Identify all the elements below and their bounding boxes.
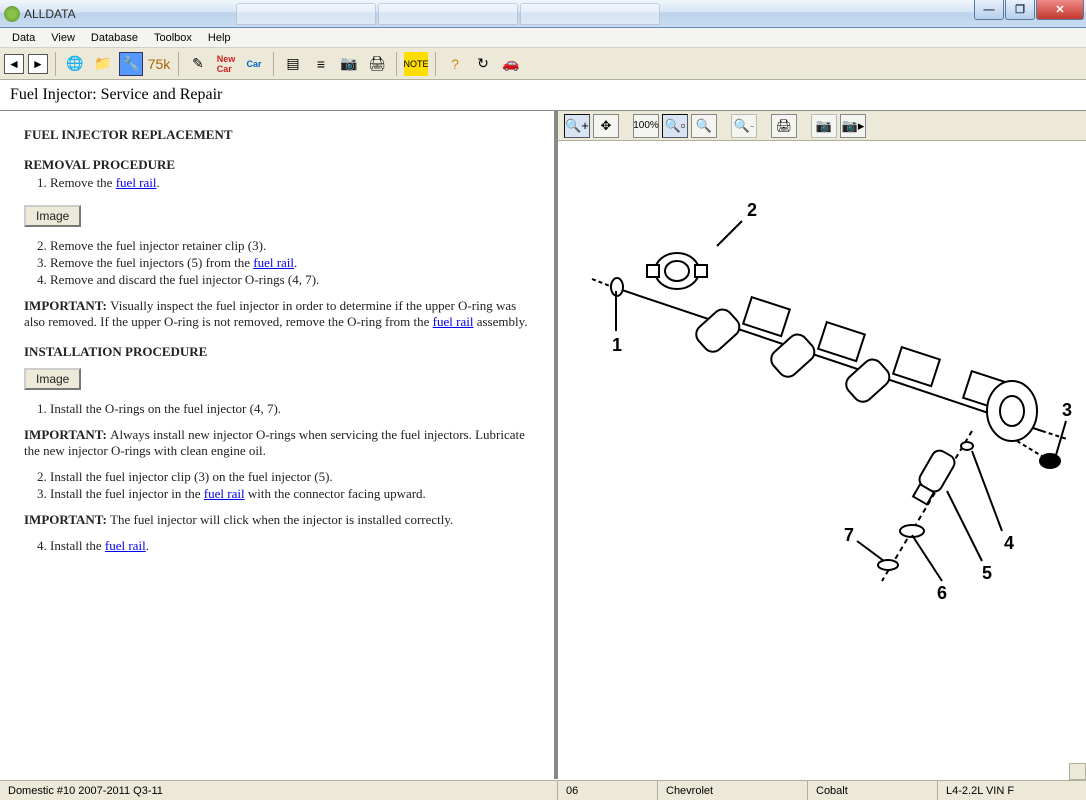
vehicle-info-icon[interactable]: 🚗 — [499, 52, 523, 76]
image-button[interactable]: Image — [24, 368, 81, 390]
list-item: Remove and discard the fuel injector O-r… — [50, 272, 530, 288]
camera-next-icon[interactable]: 📷▸ — [840, 114, 866, 138]
minimize-button[interactable]: — — [974, 0, 1004, 20]
list-item: Remove the fuel rail. — [50, 175, 530, 191]
taskbar-tab[interactable] — [520, 3, 660, 25]
image-button[interactable]: Image — [24, 205, 81, 227]
print-icon[interactable]: 🖨 — [365, 52, 389, 76]
install-heading: INSTALLATION PROCEDURE — [24, 344, 530, 360]
note-icon[interactable]: NOTE — [404, 52, 428, 76]
app-title: ALLDATA — [24, 7, 76, 21]
install-list-2: Install the fuel injector clip (3) on th… — [50, 469, 530, 502]
important-note: IMPORTANT: Visually inspect the fuel inj… — [24, 298, 530, 330]
taskbar-tabs — [236, 3, 660, 25]
menu-database[interactable]: Database — [83, 30, 146, 46]
titlebar: ALLDATA — ❐ ✕ — [0, 0, 1086, 28]
list-item: Remove the fuel injectors (5) from the f… — [50, 255, 530, 271]
fuel-rail-link[interactable]: fuel rail — [433, 314, 474, 329]
status-year: 06 — [558, 781, 658, 800]
fuel-rail-link[interactable]: fuel rail — [116, 175, 157, 190]
app-icon — [4, 6, 20, 22]
status-engine: L4-2.2L VIN F — [938, 781, 1086, 800]
list-item: Install the fuel rail. — [50, 538, 530, 554]
zoom-in-icon[interactable]: 🔍+ — [564, 114, 590, 138]
forward-button[interactable]: ► — [28, 54, 48, 74]
main-toolbar: ◄ ► 🌐 📁 🔧 75k ✎ NewCar Car ▤ ≡ 📷 🖨 NOTE … — [0, 48, 1086, 80]
page-title: Fuel Injector: Service and Repair — [0, 80, 1086, 111]
list-item: Remove the fuel injector retainer clip (… — [50, 238, 530, 254]
diagram-label-3: 3 — [1062, 400, 1072, 420]
print-image-icon[interactable]: 🖨 — [771, 114, 797, 138]
menu-toolbox[interactable]: Toolbox — [146, 30, 200, 46]
list-item: Install the fuel injector clip (3) on th… — [50, 469, 530, 485]
close-button[interactable]: ✕ — [1036, 0, 1084, 20]
status-model: Cobalt — [808, 781, 938, 800]
status-database: Domestic #10 2007-2011 Q3-11 — [0, 781, 558, 800]
statusbar: Domestic #10 2007-2011 Q3-11 06 Chevrole… — [0, 780, 1086, 800]
image-panel: 🔍+ ✥ 100% 🔍▫ 🔍 🔍- 🖨 📷 📷▸ — [558, 111, 1086, 779]
image-toolbar: 🔍+ ✥ 100% 🔍▫ 🔍 🔍- 🖨 📷 📷▸ — [558, 111, 1086, 141]
diagram-label-1: 1 — [612, 335, 622, 355]
zoom-100-icon[interactable]: 100% — [633, 114, 659, 138]
removal-list-1: Remove the fuel rail. — [50, 175, 530, 191]
diagram-label-4: 4 — [1004, 533, 1014, 553]
diagram-label-5: 5 — [982, 563, 992, 583]
zoom-out-icon: 🔍- — [731, 114, 757, 138]
fuel-rail-link[interactable]: fuel rail — [204, 486, 245, 501]
fuel-injector-diagram: 1 2 3 4 5 6 7 — [572, 161, 1072, 601]
fuel-rail-link[interactable]: fuel rail — [105, 538, 146, 553]
diagram-image: 1 2 3 4 5 6 7 — [558, 141, 1086, 779]
back-button[interactable]: ◄ — [4, 54, 24, 74]
maximize-button[interactable]: ❐ — [1005, 0, 1035, 20]
fuel-rail-link[interactable]: fuel rail — [253, 255, 294, 270]
car-icon[interactable]: Car — [242, 52, 266, 76]
article-heading: FUEL INJECTOR REPLACEMENT — [24, 127, 530, 143]
diagram-label-2: 2 — [747, 200, 757, 220]
camera-prev-icon: 📷 — [811, 114, 837, 138]
zoom-fit-icon[interactable]: 🔍▫ — [662, 114, 688, 138]
refresh-icon[interactable]: ↻ — [471, 52, 495, 76]
taskbar-tab[interactable] — [378, 3, 518, 25]
install-list-1: Install the O-rings on the fuel injector… — [50, 401, 530, 417]
car-diag-icon[interactable]: 🔧 — [119, 52, 143, 76]
help-icon[interactable]: ? — [443, 52, 467, 76]
removal-list-2: Remove the fuel injector retainer clip (… — [50, 238, 530, 288]
write-icon[interactable]: ✎ — [186, 52, 210, 76]
status-make: Chevrolet — [658, 781, 808, 800]
important-note: IMPORTANT: Always install new injector O… — [24, 427, 530, 459]
pan-icon[interactable]: ✥ — [593, 114, 619, 138]
globe-icon[interactable]: 🌐 — [63, 52, 87, 76]
diagram-label-7: 7 — [844, 525, 854, 545]
menu-data[interactable]: Data — [4, 30, 43, 46]
removal-heading: REMOVAL PROCEDURE — [24, 157, 530, 173]
install-list-3: Install the fuel rail. — [50, 538, 530, 554]
taskbar-tab[interactable] — [236, 3, 376, 25]
new-car-icon[interactable]: NewCar — [214, 52, 238, 76]
list-item: Install the O-rings on the fuel injector… — [50, 401, 530, 417]
camera-icon[interactable]: 📷 — [337, 52, 361, 76]
zoom-plus-icon[interactable]: 🔍 — [691, 114, 717, 138]
article-panel: FUEL INJECTOR REPLACEMENT REMOVAL PROCED… — [0, 111, 558, 779]
list-icon[interactable]: ▤ — [281, 52, 305, 76]
important-note: IMPORTANT: The fuel injector will click … — [24, 512, 530, 528]
labor-icon[interactable]: 75k — [147, 52, 171, 76]
scroll-corner — [1069, 763, 1086, 780]
list-item: Install the fuel injector in the fuel ra… — [50, 486, 530, 502]
menu-help[interactable]: Help — [200, 30, 239, 46]
folder-icon[interactable]: 📁 — [91, 52, 115, 76]
diagram-label-6: 6 — [937, 583, 947, 601]
menu-view[interactable]: View — [43, 30, 83, 46]
lines-icon[interactable]: ≡ — [309, 52, 333, 76]
menubar: Data View Database Toolbox Help — [0, 28, 1086, 48]
